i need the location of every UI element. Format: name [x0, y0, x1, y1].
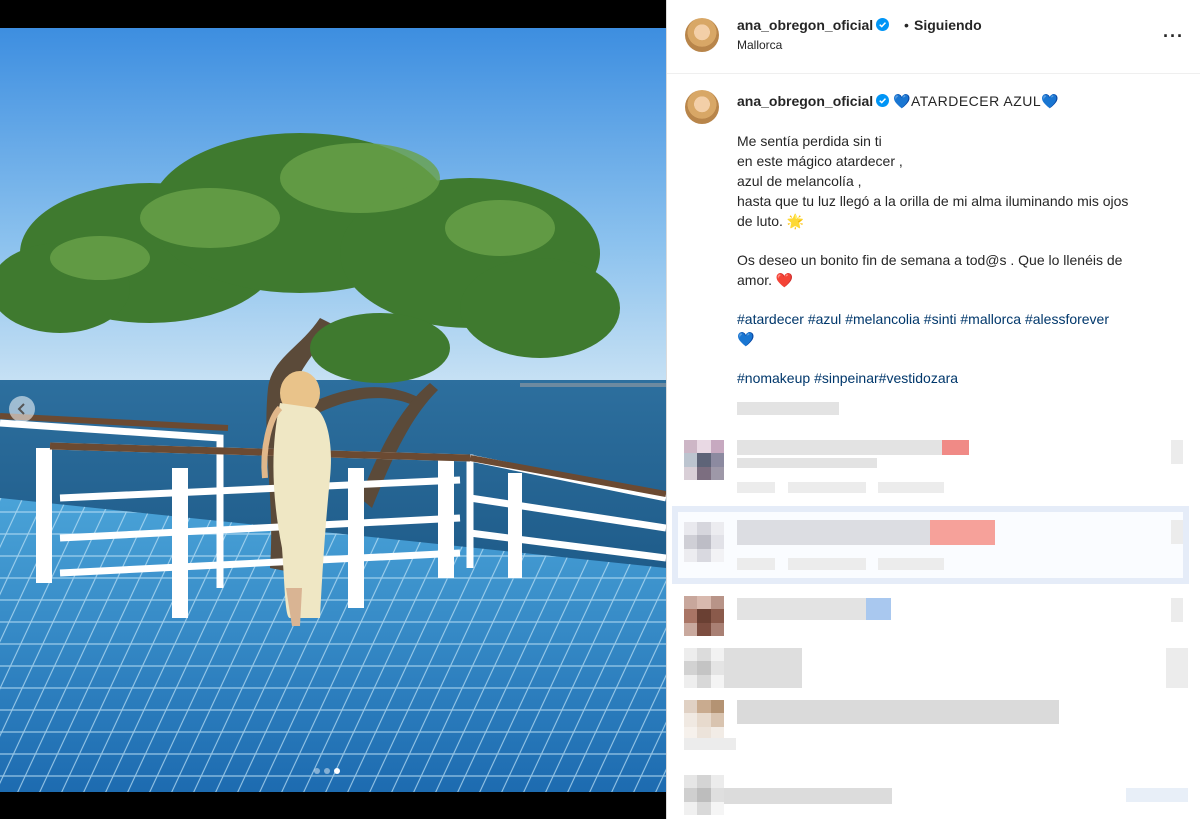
heart-icon[interactable]: [1166, 648, 1188, 688]
heart-icon[interactable]: [1171, 598, 1183, 622]
hashtag-link[interactable]: #azul: [808, 311, 841, 327]
username-text: ana_obregon_oficial: [737, 17, 874, 33]
caption-header: ana_obregon_oficial 💙ATARDECER AZUL💙: [737, 93, 1059, 110]
caption-title: 💙ATARDECER AZUL💙: [893, 93, 1060, 109]
hashtag-link[interactable]: #mallorca: [960, 311, 1021, 327]
hashtag-link[interactable]: #melancolia: [845, 311, 920, 327]
blurred-meta: [788, 482, 866, 493]
caption-line: hasta que tu luz llegó a la orilla de mi…: [737, 193, 1129, 209]
hashtag-link[interactable]: #alessforever: [1025, 311, 1109, 327]
blurred-timestamp: [737, 402, 839, 415]
carousel-dot-active[interactable]: [334, 768, 340, 774]
caption-line: Os deseo un bonito fin de semana a tod@s…: [737, 252, 1123, 268]
caption-line: de luto. 🌟: [737, 213, 805, 229]
blurred-avatar: [684, 775, 724, 815]
carousel-dot[interactable]: [314, 768, 320, 774]
more-horizontal-icon[interactable]: ···: [1163, 26, 1184, 47]
blurred-meta: [1126, 788, 1188, 802]
username-link[interactable]: ana_obregon_oficial: [737, 17, 890, 33]
hashtags-line: #nomakeup #sinpeinar#vestidozara: [737, 368, 1192, 388]
caption-username-text: ana_obregon_oficial: [737, 93, 874, 109]
carousel-dots: [314, 768, 340, 774]
caption-line: 💙: [737, 331, 755, 347]
hashtag-link[interactable]: #atardecer: [737, 311, 804, 327]
caption-line: amor. ❤️: [737, 272, 794, 288]
caption-line: en este mágico atardecer ,: [737, 153, 903, 169]
heart-icon[interactable]: [1171, 520, 1183, 544]
hashtag-link[interactable]: #nomakeup: [737, 370, 810, 386]
blurred-meta: [788, 558, 866, 570]
blurred-avatar: [684, 648, 724, 688]
blurred-comment: [737, 700, 1059, 724]
blurred-comment: [737, 598, 867, 620]
highlighted-comment: [672, 506, 1189, 584]
blurred-meta: [737, 482, 775, 493]
caption-avatar[interactable]: [685, 90, 719, 124]
blurred-meta: [737, 558, 775, 570]
carousel-dot[interactable]: [324, 768, 330, 774]
post-photo: [0, 28, 666, 792]
blurred-comment: [724, 788, 892, 804]
avatar[interactable]: [685, 18, 719, 52]
blurred-emoji: [866, 598, 891, 620]
blurred-comment: [724, 648, 802, 688]
blurred-avatar: [684, 522, 724, 562]
verified-badge-icon: [876, 18, 890, 31]
blurred-comment: [737, 458, 877, 468]
media-panel: [0, 0, 666, 819]
caption-line: Me sentía perdida sin ti: [737, 133, 882, 149]
caption-line: azul de melancolía ,: [737, 173, 862, 189]
verified-badge-icon: [876, 94, 890, 107]
blurred-emoji: [930, 520, 995, 545]
carousel-prev-button[interactable]: [9, 396, 35, 422]
hashtag-link[interactable]: #sinti: [924, 311, 957, 327]
post-header: ana_obregon_oficial • Siguiendo Mallorca…: [667, 0, 1200, 74]
blurred-comment: [737, 520, 937, 545]
blurred-avatar: [684, 596, 724, 636]
caption-text: Me sentía perdida sin ti en este mágico …: [737, 131, 1192, 388]
hashtags-line: #atardecer #azul #melancolia #sinti #mal…: [737, 309, 1192, 329]
blurred-meta: [684, 738, 736, 750]
caption-username[interactable]: ana_obregon_oficial: [737, 93, 890, 109]
blurred-comment: [737, 440, 969, 455]
separator-dot: •: [904, 17, 909, 33]
following-button[interactable]: Siguiendo: [914, 17, 982, 33]
hashtag-link[interactable]: #vestidozara: [879, 370, 958, 386]
location-link[interactable]: Mallorca: [737, 38, 782, 52]
blurred-meta: [878, 482, 944, 493]
blurred-avatar: [684, 440, 724, 480]
blurred-meta: [878, 558, 944, 570]
blurred-avatar: [684, 700, 724, 740]
heart-icon[interactable]: [1171, 440, 1183, 464]
hashtag-link[interactable]: #sinpeinar: [814, 370, 879, 386]
blurred-emoji: [942, 440, 969, 455]
chevron-left-icon: [17, 403, 25, 415]
